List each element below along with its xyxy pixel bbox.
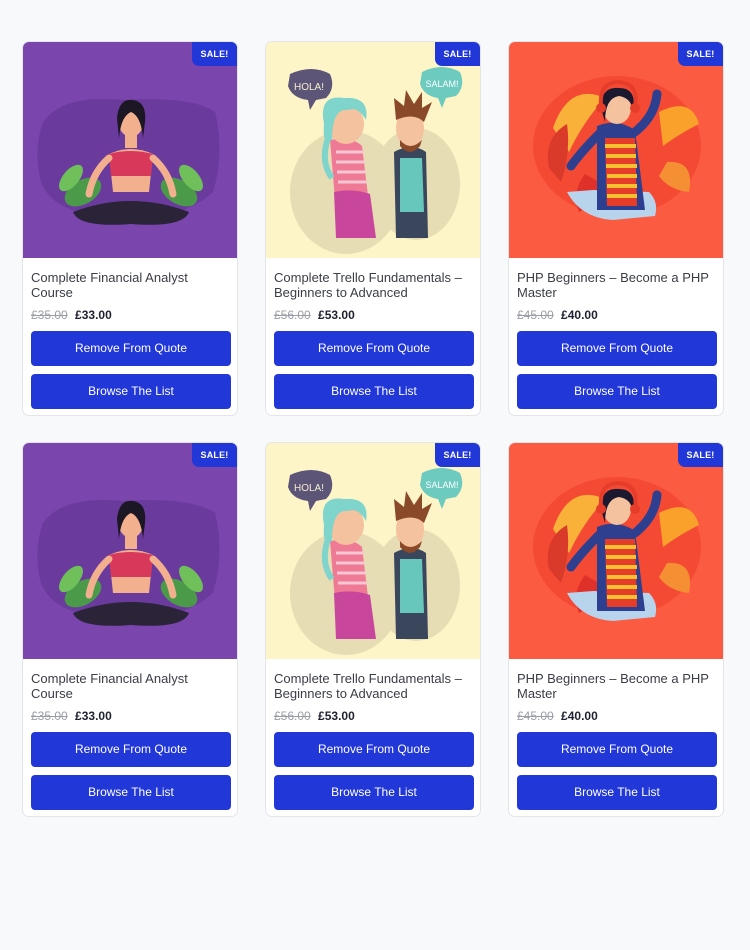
product-price: £35.00 £33.00 <box>31 709 112 723</box>
product-title[interactable]: Complete Trello Fundamentals – Beginners… <box>274 270 474 300</box>
sale-price: £33.00 <box>75 709 112 723</box>
product-image[interactable] <box>509 42 723 258</box>
product-price: £45.00 £40.00 <box>517 308 598 322</box>
remove-from-quote-button[interactable]: Remove From Quote <box>274 732 474 767</box>
original-price: £35.00 <box>31 308 68 322</box>
product-image[interactable] <box>23 443 237 659</box>
remove-from-quote-button[interactable]: Remove From Quote <box>31 331 231 366</box>
browse-the-list-button[interactable]: Browse The List <box>31 374 231 409</box>
product-title[interactable]: PHP Beginners – Become a PHP Master <box>517 671 717 701</box>
sale-badge: SALE! <box>678 443 723 467</box>
product-title[interactable]: Complete Financial Analyst Course <box>31 671 231 701</box>
browse-the-list-button[interactable]: Browse The List <box>274 374 474 409</box>
product-card: HOLA! SALAM! SALE! Complete Trello Funda… <box>265 41 481 416</box>
remove-from-quote-button[interactable]: Remove From Quote <box>517 331 717 366</box>
salam-bubble-text: SALAM! <box>425 79 458 89</box>
product-card: HOLA! SALAM! SALE! Complete Trello Funda… <box>265 442 481 817</box>
product-title[interactable]: Complete Financial Analyst Course <box>31 270 231 300</box>
product-image[interactable] <box>23 42 237 258</box>
sale-badge: SALE! <box>192 443 237 467</box>
product-title[interactable]: Complete Trello Fundamentals – Beginners… <box>274 671 474 701</box>
sale-badge: SALE! <box>192 42 237 66</box>
sale-price: £40.00 <box>561 709 598 723</box>
browse-the-list-button[interactable]: Browse The List <box>517 374 717 409</box>
product-image[interactable]: HOLA! SALAM! <box>266 443 480 659</box>
browse-the-list-button[interactable]: Browse The List <box>31 775 231 810</box>
sale-badge: SALE! <box>678 42 723 66</box>
original-price: £45.00 <box>517 709 554 723</box>
sale-price: £53.00 <box>318 709 355 723</box>
browse-the-list-button[interactable]: Browse The List <box>274 775 474 810</box>
sale-price: £53.00 <box>318 308 355 322</box>
remove-from-quote-button[interactable]: Remove From Quote <box>274 331 474 366</box>
conversation-illustration-icon: HOLA! SALAM! <box>266 443 480 659</box>
product-card: SALE! PHP Beginners – Become a PHP Maste… <box>508 442 724 817</box>
remove-from-quote-button[interactable]: Remove From Quote <box>31 732 231 767</box>
product-price: £45.00 £40.00 <box>517 709 598 723</box>
product-price: £56.00 £53.00 <box>274 709 355 723</box>
hola-bubble-text: HOLA! <box>294 483 324 494</box>
sale-price: £33.00 <box>75 308 112 322</box>
product-card: SALE! Complete Financial Analyst Course … <box>22 41 238 416</box>
sale-badge: SALE! <box>435 42 480 66</box>
sale-badge: SALE! <box>435 443 480 467</box>
remove-from-quote-button[interactable]: Remove From Quote <box>517 732 717 767</box>
yoga-meditation-illustration-icon <box>23 42 237 258</box>
product-image[interactable]: HOLA! SALAM! <box>266 42 480 258</box>
product-title[interactable]: PHP Beginners – Become a PHP Master <box>517 270 717 300</box>
music-headphones-illustration-icon <box>509 443 723 659</box>
browse-the-list-button[interactable]: Browse The List <box>517 775 717 810</box>
conversation-illustration-icon: HOLA! SALAM! <box>266 42 480 258</box>
sale-price: £40.00 <box>561 308 598 322</box>
original-price: £45.00 <box>517 308 554 322</box>
product-card: SALE! Complete Financial Analyst Course … <box>22 442 238 817</box>
product-price: £56.00 £53.00 <box>274 308 355 322</box>
original-price: £56.00 <box>274 709 311 723</box>
music-headphones-illustration-icon <box>509 42 723 258</box>
original-price: £35.00 <box>31 709 68 723</box>
yoga-meditation-illustration-icon <box>23 443 237 659</box>
product-image[interactable] <box>509 443 723 659</box>
product-price: £35.00 £33.00 <box>31 308 112 322</box>
product-grid: SALE! Complete Financial Analyst Course … <box>22 41 726 817</box>
product-card: SALE! PHP Beginners – Become a PHP Maste… <box>508 41 724 416</box>
hola-bubble-text: HOLA! <box>294 82 324 93</box>
original-price: £56.00 <box>274 308 311 322</box>
salam-bubble-text: SALAM! <box>425 480 458 490</box>
